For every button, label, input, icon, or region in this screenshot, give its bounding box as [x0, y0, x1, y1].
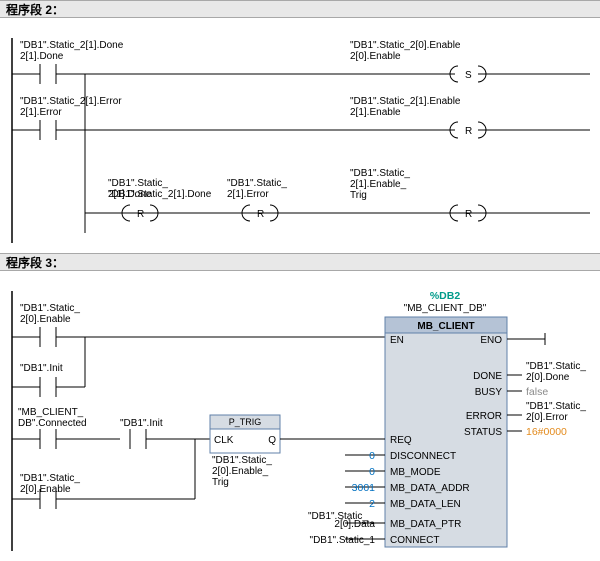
svg-text:"DB1".Static_2[1].Done: "DB1".Static_2[1].Done	[20, 40, 124, 51]
svg-text:R: R	[465, 209, 472, 220]
rung-1: "DB1".Static_2[1].Done 2[1].Done "DB1".S…	[12, 40, 590, 84]
svg-text:2[0].Enable: 2[0].Enable	[350, 51, 401, 62]
svg-text:2[1].Error: 2[1].Error	[20, 107, 62, 118]
svg-text:"DB1".Static_2[1].Error: "DB1".Static_2[1].Error	[20, 96, 122, 107]
svg-text:"DB1".Init: "DB1".Init	[120, 418, 163, 429]
svg-text:2[0].Done: 2[0].Done	[526, 372, 570, 383]
network-3-diagram: "DB1".Static_ 2[0].Enable "DB1".Init %DB…	[0, 271, 600, 561]
network-3-header: 程序段 3：	[0, 253, 600, 271]
svg-text:16#0000: 16#0000	[526, 426, 567, 438]
svg-text:ENO: ENO	[480, 335, 502, 346]
svg-text:EN: EN	[390, 335, 404, 346]
svg-text:BUSY: BUSY	[475, 387, 503, 398]
svg-text:"DB1".Static_2[0].Enable: "DB1".Static_2[0].Enable	[350, 40, 461, 51]
svg-text:MB_CLIENT: MB_CLIENT	[417, 321, 474, 332]
svg-text:2[1].Enable_: 2[1].Enable_	[350, 179, 407, 190]
svg-text:MB_DATA_LEN: MB_DATA_LEN	[390, 499, 461, 510]
en-branch: "DB1".Static_ 2[0].Enable "DB1".Init	[12, 303, 385, 397]
svg-text:2[0].Data: 2[0].Data	[334, 519, 375, 530]
svg-text:2[0].Enable: 2[0].Enable	[20, 314, 71, 325]
svg-text:"DB1".Static_: "DB1".Static_	[526, 401, 586, 412]
svg-text:STATUS: STATUS	[464, 427, 502, 438]
svg-text:2[1].Done: 2[1].Done	[20, 51, 64, 62]
svg-text:"DB1".Static_2[1].Enable: "DB1".Static_2[1].Enable	[350, 96, 461, 107]
svg-text:DONE: DONE	[473, 371, 502, 382]
svg-text:S: S	[465, 70, 472, 81]
svg-text:"DB1".Static_: "DB1".Static_	[108, 178, 168, 189]
svg-text:Q: Q	[268, 435, 276, 446]
svg-text:2[0].Enable: 2[0].Enable	[20, 484, 71, 495]
svg-text:"MB_CLIENT_DB": "MB_CLIENT_DB"	[404, 303, 487, 314]
svg-text:DISCONNECT: DISCONNECT	[390, 451, 456, 462]
no-contact-icon	[40, 120, 56, 140]
svg-text:2[1].Done: 2[1].Done	[108, 189, 152, 200]
svg-text:ERROR: ERROR	[466, 411, 502, 422]
svg-text:Trig: Trig	[350, 190, 367, 201]
svg-text:"DB1".Static_: "DB1".Static_	[20, 473, 80, 484]
network-2-diagram: "DB1".Static_2[1].Done 2[1].Done "DB1".S…	[0, 18, 600, 253]
rung-2: "DB1".Static_2[1].Error 2[1].Error "DB1"…	[12, 96, 590, 140]
svg-text:"DB1".Init: "DB1".Init	[20, 363, 63, 374]
svg-text:2[1].Error: 2[1].Error	[227, 189, 269, 200]
svg-text:CONNECT: CONNECT	[390, 535, 439, 546]
svg-text:DB".Connected: DB".Connected	[18, 418, 87, 429]
svg-text:"DB1".Static_: "DB1".Static_	[212, 455, 272, 466]
rung-3: "DB1".Static_ "DB1".Static_2[1].Done 2[1…	[85, 168, 590, 221]
svg-text:MB_DATA_PTR: MB_DATA_PTR	[390, 519, 461, 530]
svg-text:Trig: Trig	[212, 477, 229, 488]
svg-text:P_TRIG: P_TRIG	[229, 417, 262, 427]
svg-text:"MB_CLIENT_: "MB_CLIENT_	[18, 407, 84, 418]
svg-text:REQ: REQ	[390, 435, 412, 446]
svg-text:2[1].Enable: 2[1].Enable	[350, 107, 401, 118]
svg-text:R: R	[257, 209, 264, 220]
svg-text:CLK: CLK	[214, 435, 234, 446]
req-branch: "MB_CLIENT_ DB".Connected "DB1".Init P_T…	[12, 407, 385, 509]
svg-text:R: R	[137, 209, 144, 220]
svg-text:3001: 3001	[352, 482, 376, 494]
svg-text:MB_DATA_ADDR: MB_DATA_ADDR	[390, 483, 470, 494]
svg-text:"DB1".Static_: "DB1".Static_	[20, 303, 80, 314]
network-2-header: 程序段 2：	[0, 0, 600, 18]
svg-text:"DB1".Static_: "DB1".Static_	[350, 168, 410, 179]
svg-text:0: 0	[369, 466, 375, 478]
svg-text:2[0].Error: 2[0].Error	[526, 412, 568, 423]
svg-text:0: 0	[369, 450, 375, 462]
svg-text:2: 2	[369, 498, 375, 510]
mb-client-block: %DB2 "MB_CLIENT_DB" MB_CLIENT EN REQ DIS…	[308, 290, 586, 547]
svg-text:"DB1".Static_1: "DB1".Static_1	[310, 535, 376, 546]
svg-text:"DB1".Static_: "DB1".Static_	[526, 361, 586, 372]
svg-text:R: R	[465, 126, 472, 137]
svg-text:"DB1".Static_: "DB1".Static_	[227, 178, 287, 189]
svg-text:%DB2: %DB2	[430, 290, 461, 302]
svg-text:2[0].Enable_: 2[0].Enable_	[212, 466, 269, 477]
svg-text:false: false	[526, 386, 548, 398]
no-contact-icon	[40, 64, 56, 84]
svg-text:MB_MODE: MB_MODE	[390, 467, 441, 478]
